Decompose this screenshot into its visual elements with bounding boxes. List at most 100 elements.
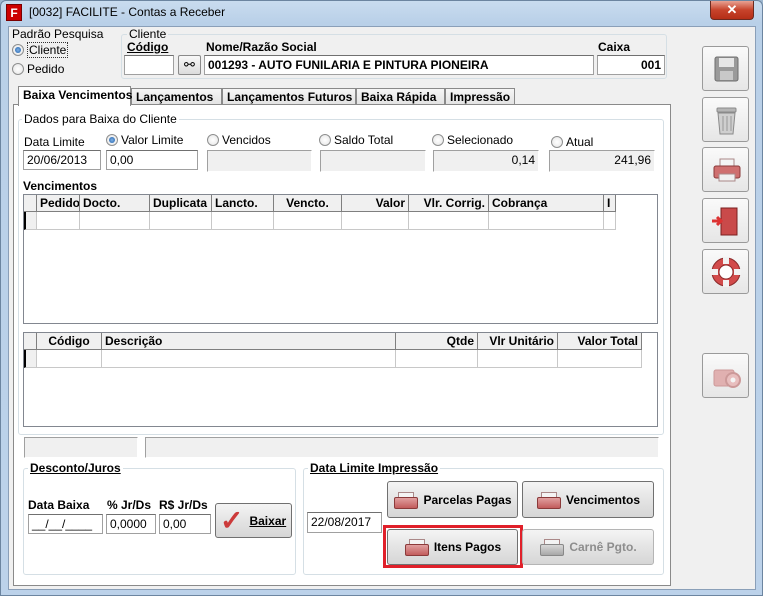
- printer-icon: [536, 491, 561, 509]
- col-cobranca[interactable]: Cobrança: [489, 195, 604, 212]
- baixar-button[interactable]: ✓ Baixar: [215, 503, 292, 538]
- col-vlr-corrig[interactable]: Vlr. Corrig.: [409, 195, 489, 212]
- app-window: F [0032] FACILITE - Contas a Receber ✕ P…: [0, 0, 763, 596]
- vencidos-value: [207, 150, 312, 172]
- saldo-total-radio[interactable]: [319, 134, 331, 146]
- printer-icon: [393, 491, 419, 509]
- binoculars-search-icon[interactable]: ⚯: [178, 55, 201, 75]
- lifebuoy-icon: [711, 257, 741, 287]
- client-code-label: Código: [127, 40, 169, 54]
- data-baixa-label: Data Baixa: [28, 498, 90, 512]
- client-code-input[interactable]: [124, 55, 174, 75]
- impressao-date-input[interactable]: 22/08/2017: [307, 512, 382, 533]
- tab-impressao[interactable]: Impressão: [445, 88, 515, 105]
- valor-limite-radio[interactable]: [106, 134, 118, 146]
- settings-icon: [713, 369, 741, 388]
- saldo-total-value: [320, 150, 426, 172]
- tab-baixa-vencimentos[interactable]: Baixa Vencimentos: [18, 86, 132, 106]
- status-panel-left: [24, 437, 138, 458]
- col-i[interactable]: I: [604, 195, 616, 212]
- save-icon: [714, 56, 739, 82]
- exit-door-icon: [712, 207, 738, 236]
- radio-cliente[interactable]: Cliente: [12, 42, 69, 58]
- checkmark-icon: ✓: [220, 504, 244, 536]
- data-baixa-input[interactable]: __/__/____: [28, 514, 103, 534]
- col-valor-total[interactable]: Valor Total: [558, 333, 642, 350]
- selecionado-value: 0,14: [433, 150, 539, 172]
- parcelas-pagas-button[interactable]: Parcelas Pagas: [387, 481, 518, 518]
- carne-pgto-label: Carnê Pgto.: [569, 540, 637, 554]
- close-button[interactable]: ✕: [710, 1, 754, 20]
- col-vencto[interactable]: Vencto.: [274, 195, 342, 212]
- radio-cliente-label: Cliente: [27, 42, 69, 58]
- col-valor[interactable]: Valor: [342, 195, 409, 212]
- col-pedido[interactable]: Pedido: [37, 195, 80, 212]
- option-valor-limite[interactable]: Valor Limite: [106, 133, 183, 147]
- row-indicator-header: [24, 195, 37, 212]
- pct-jr-ds-input[interactable]: 0,0000: [106, 514, 156, 534]
- delete-button[interactable]: [702, 97, 749, 142]
- option-selecionado[interactable]: Selecionado: [432, 133, 513, 147]
- col-descricao[interactable]: Descrição: [102, 333, 396, 350]
- client-name-field[interactable]: 001293 - AUTO FUNILARIA E PINTURA PIONEI…: [204, 55, 594, 75]
- option-atual[interactable]: Atual: [551, 135, 593, 149]
- radio-pedido-label: Pedido: [27, 62, 65, 76]
- itens-header: Código Descrição Qtde Vlr Unitário Valor…: [24, 333, 642, 350]
- caixa-label: Caixa: [598, 40, 631, 54]
- pct-jr-ds-label: % Jr/Ds: [107, 498, 152, 512]
- col-qtde[interactable]: Qtde: [396, 333, 478, 350]
- itens-empty-row[interactable]: [24, 350, 642, 368]
- vencimentos-header: Pedido Docto. Duplicata Lancto. Vencto. …: [24, 195, 616, 212]
- tab-panel-baixa-vencimentos: Dados para Baixa do Cliente Data Limite …: [13, 104, 671, 586]
- saldo-total-label: Saldo Total: [334, 133, 394, 147]
- client-group-label: Cliente: [127, 27, 169, 41]
- printer-icon: [713, 158, 741, 182]
- app-logo-icon: F: [6, 4, 22, 21]
- selecionado-radio[interactable]: [432, 134, 444, 146]
- tab-lancamentos-futuros[interactable]: Lançamentos Futuros: [222, 88, 356, 105]
- exit-button[interactable]: [702, 198, 749, 243]
- itens-row-indicator-header: [24, 333, 37, 350]
- data-limite-input[interactable]: 20/06/2013: [23, 150, 101, 170]
- carne-pgto-button[interactable]: Carnê Pgto.: [522, 529, 654, 565]
- title-bar: F [0032] FACILITE - Contas a Receber ✕: [1, 1, 762, 25]
- vencidos-radio[interactable]: [207, 134, 219, 146]
- settings-button[interactable]: [702, 353, 749, 398]
- search-mode-label: Padrão Pesquisa: [12, 27, 104, 41]
- vencimentos-grid[interactable]: Pedido Docto. Duplicata Lancto. Vencto. …: [23, 194, 658, 324]
- itens-pagos-highlight: [383, 525, 523, 568]
- col-duplicata[interactable]: Duplicata: [150, 195, 212, 212]
- vencimentos-print-label: Vencimentos: [565, 492, 641, 507]
- atual-radio[interactable]: [551, 136, 563, 148]
- tab-lancamentos[interactable]: Lançamentos: [131, 88, 222, 105]
- window-title: [0032] FACILITE - Contas a Receber: [29, 5, 226, 19]
- trash-icon: [716, 107, 737, 135]
- parcelas-pagas-label: Parcelas Pagas: [423, 492, 512, 507]
- radio-cliente-dot[interactable]: [12, 44, 24, 56]
- valor-limite-label: Valor Limite: [121, 133, 184, 147]
- col-codigo[interactable]: Código: [37, 333, 102, 350]
- col-vlr-unitario[interactable]: Vlr Unitário: [478, 333, 558, 350]
- radio-pedido-dot[interactable]: [12, 63, 24, 75]
- status-panel-right: [145, 437, 659, 458]
- vencimentos-empty-row[interactable]: [24, 212, 616, 230]
- print-button[interactable]: [702, 147, 749, 192]
- col-lancto[interactable]: Lancto.: [212, 195, 274, 212]
- save-button[interactable]: [702, 46, 749, 91]
- vencimentos-print-button[interactable]: Vencimentos: [522, 481, 654, 518]
- baixa-group-label: Dados para Baixa do Cliente: [22, 112, 179, 126]
- caixa-field[interactable]: 001: [597, 55, 665, 75]
- itens-grid[interactable]: Código Descrição Qtde Vlr Unitário Valor…: [23, 332, 658, 427]
- desconto-group-label: Desconto/Juros: [28, 461, 123, 475]
- option-saldo-total[interactable]: Saldo Total: [319, 133, 393, 147]
- atual-label: Atual: [566, 135, 594, 149]
- help-button[interactable]: [702, 249, 749, 294]
- selecionado-label: Selecionado: [447, 133, 514, 147]
- valor-limite-input[interactable]: 0,00: [106, 150, 198, 170]
- radio-pedido[interactable]: Pedido: [12, 62, 64, 76]
- col-docto[interactable]: Docto.: [80, 195, 150, 212]
- vencidos-label: Vencidos: [222, 133, 271, 147]
- option-vencidos[interactable]: Vencidos: [207, 133, 271, 147]
- tab-baixa-rapida[interactable]: Baixa Rápida: [356, 88, 445, 105]
- rs-jr-ds-input[interactable]: 0,00: [159, 514, 211, 534]
